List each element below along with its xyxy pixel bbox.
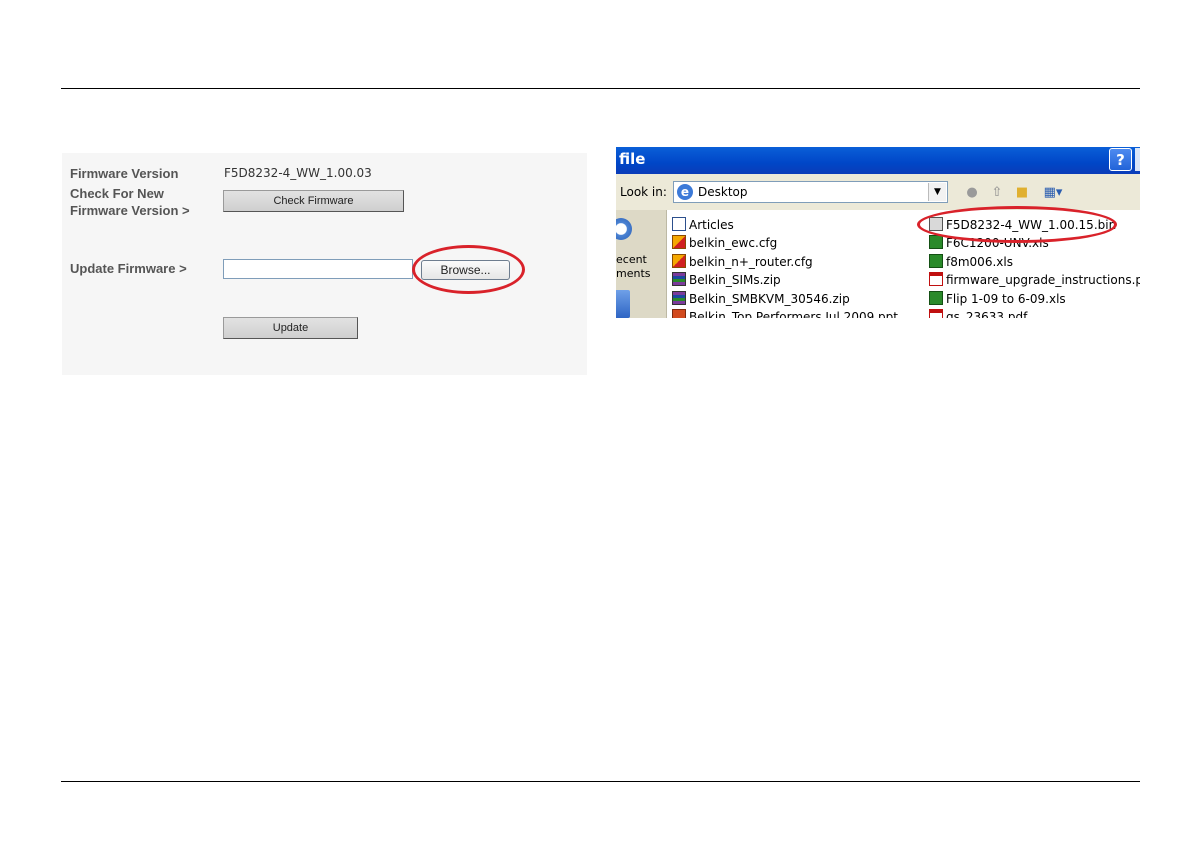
list-item[interactable]: Flip 1-09 to 6-09.xls [929,290,1066,308]
list-item[interactable]: F6C1200-UNV.xls [929,234,1049,252]
list-item[interactable]: Articles [672,216,734,234]
binary-file-icon [929,217,943,231]
list-item[interactable]: firmware_upgrade_instructions.pdf [929,271,1140,289]
help-button[interactable]: ? [1109,148,1132,171]
excel-icon [929,254,943,268]
chevron-down-icon[interactable]: ▼ [928,183,946,201]
list-item[interactable]: Belkin_Top Performers Jul 2009.ppt [672,308,898,318]
dialog-title-bar: file ? [616,147,1140,174]
zip-archive-icon [672,291,686,305]
list-item[interactable]: gs_23633.pdf [929,308,1027,318]
zip-archive-icon [672,272,686,286]
list-item[interactable]: f8m006.xls [929,253,1013,271]
list-item[interactable]: belkin_n+_router.cfg [672,253,813,271]
file-list: Articles belkin_ewc.cfg belkin_n+_router… [667,210,1140,318]
firmware-version-label: Firmware Version [70,166,179,181]
back-icon[interactable]: ● [963,185,981,201]
places-bar: ecent ments [616,210,667,318]
check-new-firmware-label-line2: Firmware Version > [70,203,190,218]
list-item[interactable]: belkin_ewc.cfg [672,234,777,252]
list-item-firmware-bin[interactable]: F5D8232-4_WW_1.00.15.bin [929,216,1116,234]
header-rule [61,88,1140,89]
recent-documents-icon[interactable] [616,218,632,240]
pdf-icon [929,309,943,318]
excel-icon [929,291,943,305]
check-firmware-button[interactable]: Check Firmware [223,190,404,212]
firmware-update-panel: Firmware Version F5D8232-4_WW_1.00.03 Ch… [62,153,587,375]
browse-button[interactable]: Browse... [421,260,510,280]
view-menu-icon[interactable]: ▦▾ [1040,185,1066,201]
list-item[interactable]: Belkin_SIMs.zip [672,271,781,289]
powerpoint-icon [672,309,686,318]
update-firmware-label: Update Firmware > [70,261,187,276]
firmware-version-value: F5D8232-4_WW_1.00.03 [224,166,372,180]
config-icon [672,235,686,249]
firmware-file-input[interactable] [223,259,413,279]
pdf-icon [929,272,943,286]
look-in-value: Desktop [698,185,748,199]
dialog-title: file [619,150,646,168]
excel-icon [929,235,943,249]
desktop-place-icon[interactable] [616,290,630,318]
look-in-dropdown[interactable]: e Desktop ▼ [673,181,948,203]
recent-documents-label-line2: ments [616,267,651,280]
up-folder-icon[interactable]: ⇧ [988,185,1006,201]
file-upload-dialog: file ? Look in: e Desktop ▼ ● ⇧ ■ ▦▾ ece… [616,147,1140,318]
footer-rule [61,781,1140,782]
recent-documents-label-line1: ecent [616,253,647,266]
new-folder-icon[interactable]: ■ [1013,185,1031,201]
desktop-icon: e [677,184,693,200]
update-button[interactable]: Update [223,317,358,339]
look-in-label: Look in: [620,185,667,199]
close-button-edge[interactable] [1135,148,1140,171]
document-icon [672,217,686,231]
list-item[interactable]: Belkin_SMBKVM_30546.zip [672,290,850,308]
config-icon [672,254,686,268]
check-new-firmware-label-line1: Check For New [70,186,164,201]
